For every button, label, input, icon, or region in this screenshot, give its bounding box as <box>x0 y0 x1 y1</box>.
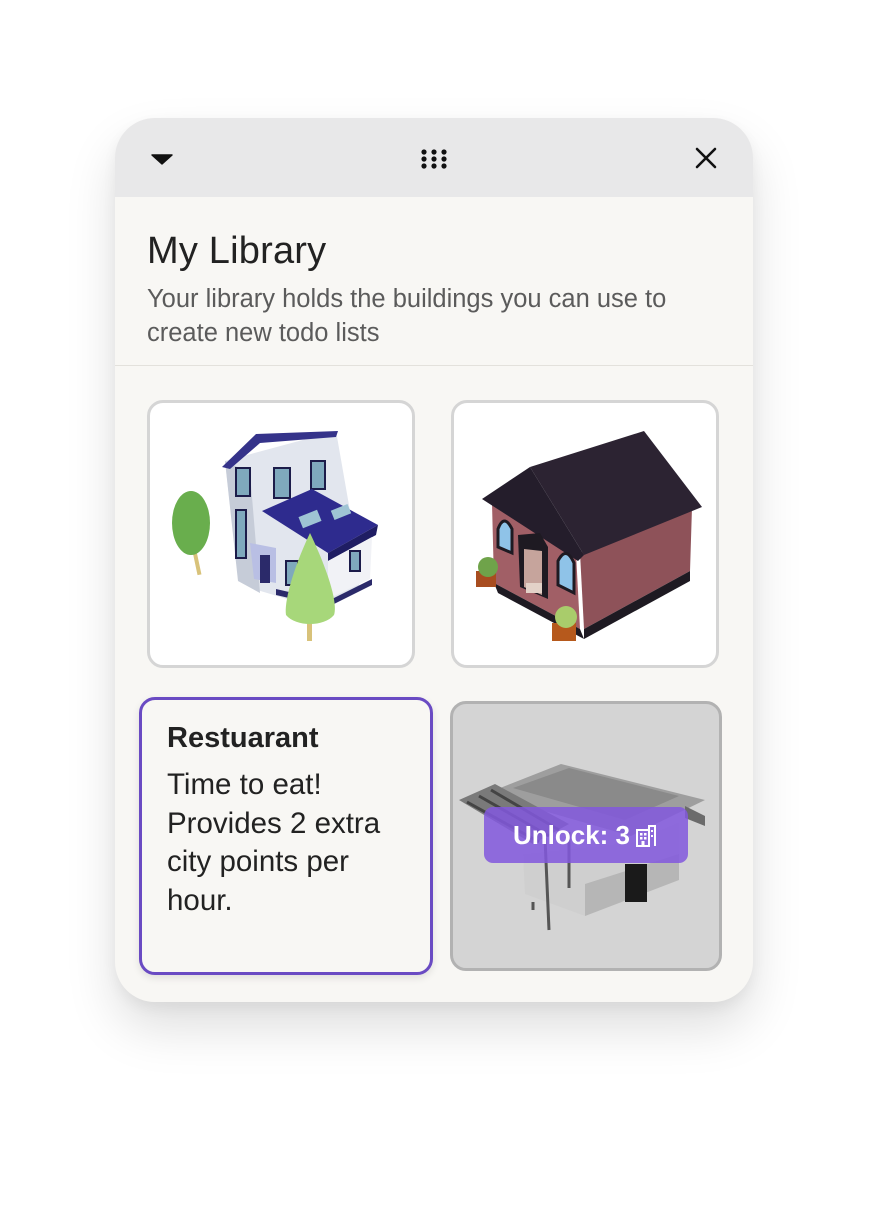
library-item-restaurant-locked[interactable]: Unlock: 3 <box>450 701 722 971</box>
page-subtitle: Your library holds the buildings you can… <box>147 285 667 347</box>
city-building-icon <box>636 825 657 847</box>
library-panel: My Library Your library holds the buildi… <box>115 118 753 1002</box>
page-title: My Library <box>147 230 327 272</box>
library-item-cottage[interactable] <box>451 400 719 668</box>
library-item-info-card[interactable]: Restuarant Time to eat! Provides 2 extra… <box>139 697 433 975</box>
cottage-illustration <box>476 431 702 641</box>
close-icon <box>695 147 717 169</box>
collapse-button[interactable] <box>145 142 179 176</box>
drag-grid-icon <box>421 149 447 169</box>
item-title: Restuarant <box>167 722 319 754</box>
unlock-label: Unlock: 3 <box>512 819 631 850</box>
unlock-button[interactable]: Unlock: 3 <box>484 807 688 863</box>
item-description: Time to eat! Provides 2 extra city point… <box>167 768 381 917</box>
drag-handle[interactable] <box>415 142 453 176</box>
library-item-townhouse[interactable] <box>147 400 415 668</box>
panel-toolbar <box>115 118 753 197</box>
caret-down-icon <box>151 154 173 165</box>
townhouse-illustration <box>172 431 378 641</box>
close-button[interactable] <box>689 141 723 175</box>
divider <box>115 365 753 366</box>
